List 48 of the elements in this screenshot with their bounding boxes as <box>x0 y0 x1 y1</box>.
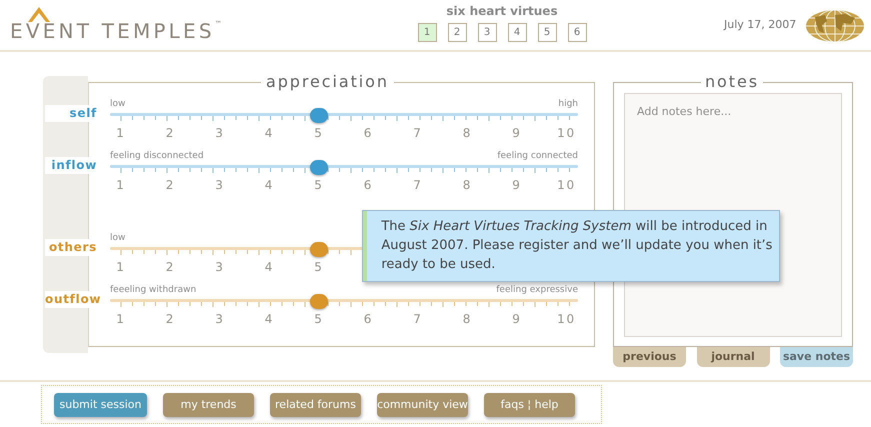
logo-text: EVENT TEMPLES <box>10 20 215 42</box>
scale-number: 5 <box>313 311 325 328</box>
scale-number: 2 <box>164 259 176 276</box>
scale-number: 9 <box>511 125 523 142</box>
scale-number: 1 <box>115 259 127 276</box>
scale-number: 3 <box>214 177 226 194</box>
high-label: high <box>558 98 578 110</box>
low-label: low <box>110 98 126 110</box>
scale-number: 5 <box>313 259 325 276</box>
scale-number: 2 <box>164 177 176 194</box>
scale-number: 9 <box>511 311 523 328</box>
scale-number: 9 <box>511 177 523 194</box>
low-label: low <box>110 232 126 244</box>
scale-number: 4 <box>264 311 276 328</box>
scale-number: 8 <box>462 177 474 194</box>
scale-number: 7 <box>412 177 424 194</box>
scale-number: 6 <box>362 311 374 328</box>
scale-number: 8 <box>462 311 474 328</box>
scale-number: 6 <box>362 177 374 194</box>
scale-number: 5 <box>313 125 325 142</box>
scale-number: 6 <box>362 125 374 142</box>
scale-number: 10 <box>556 311 576 328</box>
scale-number: 1 <box>115 311 127 328</box>
scale-number: 3 <box>214 259 226 276</box>
scale-number: 10 <box>556 125 576 142</box>
scale-number: 5 <box>313 177 325 194</box>
page-title: six heart virtues <box>446 3 558 20</box>
high-label: feeling expressive <box>496 284 578 296</box>
scale-number: 7 <box>412 311 424 328</box>
notice-text: The Six Heart Virtues Tracking System will be introduced in August 2007. Please register and we’ll update you when it’s ready to be used. <box>380 218 774 274</box>
scale-number: 4 <box>264 259 276 276</box>
high-label: feeling connected <box>497 150 578 162</box>
scale-number: 7 <box>412 125 424 142</box>
slider-label: outflow <box>45 291 100 308</box>
scale-number: 10 <box>556 177 576 194</box>
scale-number: 8 <box>462 125 474 142</box>
scale-number: 4 <box>264 177 276 194</box>
date: July 17, 2007 <box>724 17 796 31</box>
scale-number: 1 <box>115 177 127 194</box>
scale-number: 1 <box>115 125 127 142</box>
scale-number: 3 <box>214 311 226 328</box>
scale-number: 4 <box>264 125 276 142</box>
panel-title: appreciation <box>261 72 394 92</box>
scale-number: 2 <box>164 311 176 328</box>
low-label: feeling disconnected <box>110 150 204 162</box>
low-label: feeeling withdrawn <box>110 284 196 296</box>
scale-number: 2 <box>164 125 176 142</box>
scale-number: 3 <box>214 125 226 142</box>
